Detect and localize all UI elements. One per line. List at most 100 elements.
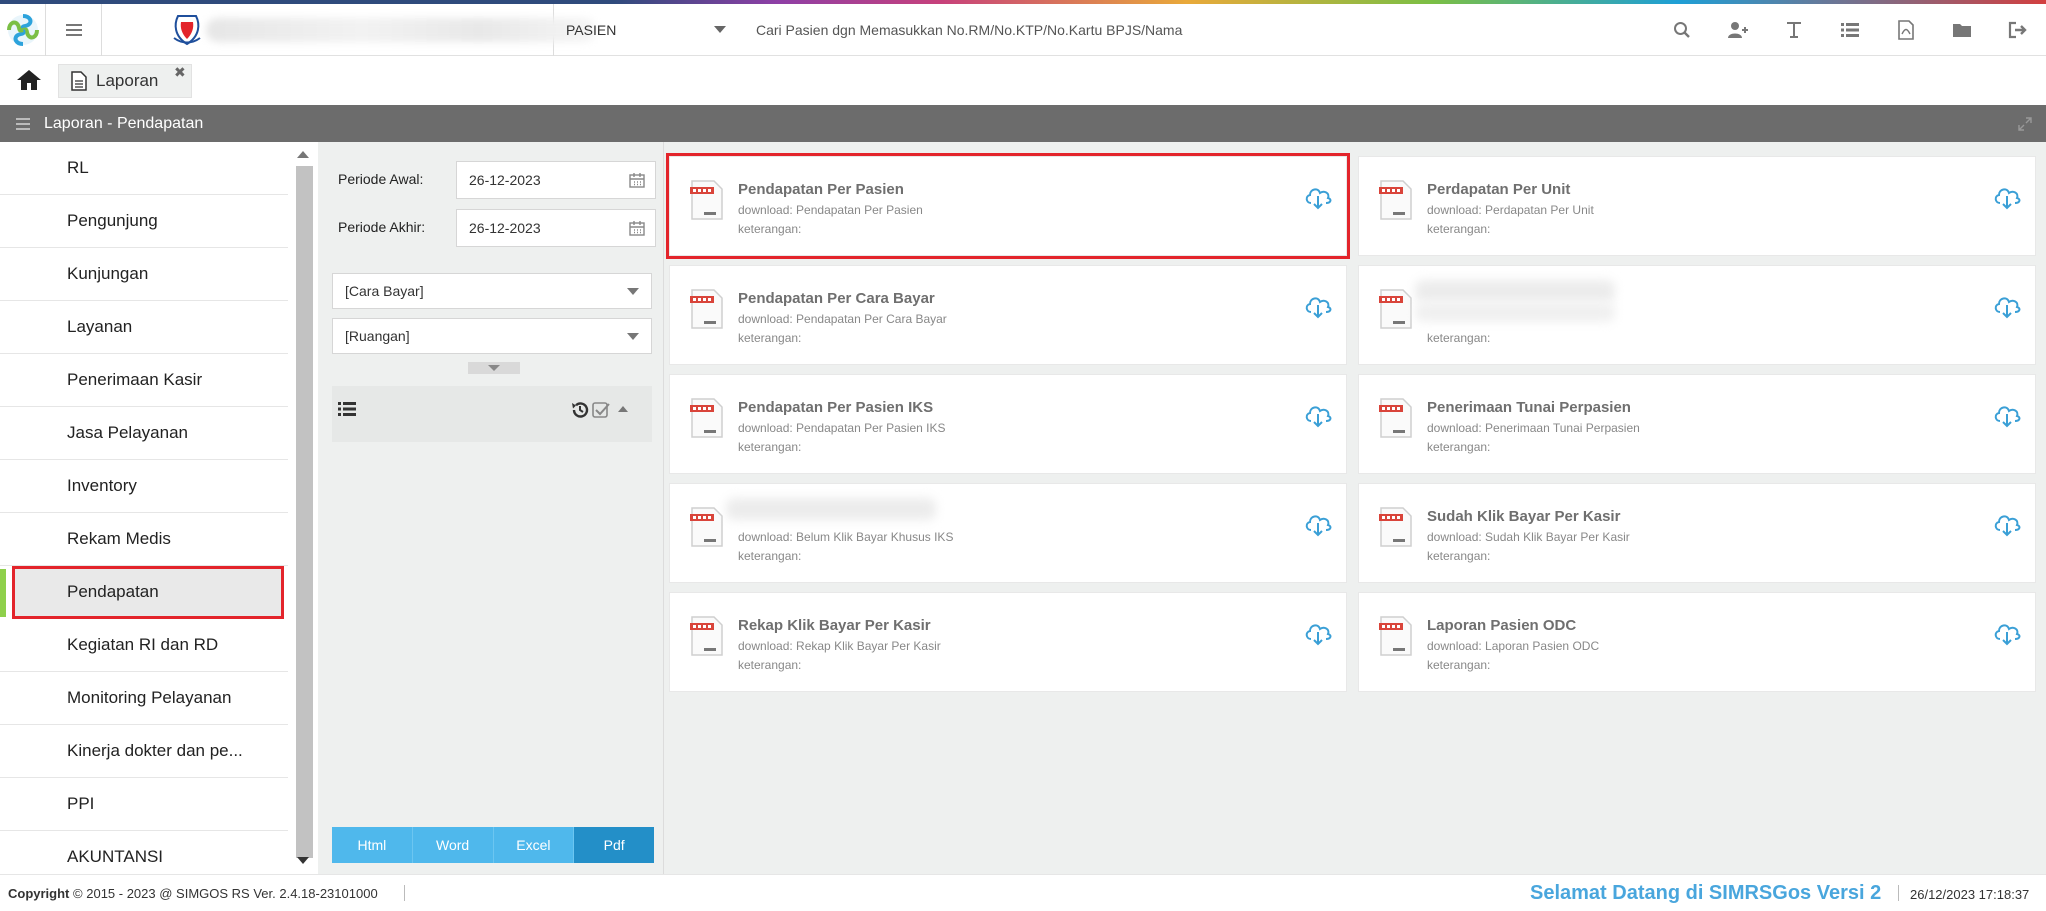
- nav-item-layanan[interactable]: Layanan: [0, 301, 288, 354]
- text-icon: [1787, 22, 1801, 38]
- report-card-pendapatan-per-cara-bayar[interactable]: Pendapatan Per Cara Bayar download: Pend…: [669, 265, 1347, 365]
- filter-panel: Periode Awal: 26-12-2023 Periode Akhir: …: [318, 142, 664, 874]
- pdf-icon: [1898, 20, 1914, 40]
- report-card-belum-klik-bayar-iks[interactable]: download: Belum Klik Bayar Khusus IKS ke…: [669, 483, 1347, 583]
- report-card-perdapatan-per-unit[interactable]: Perdapatan Per Unit download: Perdapatan…: [1358, 156, 2036, 256]
- format-pdf-button[interactable]: Pdf: [574, 827, 654, 863]
- report-card-penerimaan-tunai-perpasien[interactable]: Penerimaan Tunai Perpasien download: Pen…: [1358, 374, 2036, 474]
- report-keterangan: keterangan:: [1427, 331, 1491, 345]
- nav-item-pendapatan[interactable]: Pendapatan: [12, 566, 284, 619]
- report-card-pendapatan-per-pasien-iks[interactable]: Pendapatan Per Pasien IKS download: Pend…: [669, 374, 1347, 474]
- cloud-download-icon[interactable]: [1993, 512, 2021, 538]
- cloud-download-icon[interactable]: [1304, 512, 1332, 538]
- cloud-download-icon[interactable]: [1993, 294, 2021, 320]
- nav-scrollbar[interactable]: [288, 142, 318, 874]
- nav-item-kegiatan-ri-rd[interactable]: Kegiatan RI dan RD: [0, 619, 288, 672]
- cloud-download-icon[interactable]: [1304, 185, 1332, 211]
- copyright-label: Copyright: [8, 886, 70, 901]
- report-card-redacted[interactable]: keterangan:: [1358, 265, 2036, 365]
- nav-item-label: Kinerja dokter dan pe...: [67, 741, 243, 760]
- report-title: Sudah Klik Bayar Per Kasir: [1427, 508, 1621, 525]
- ruangan-select[interactable]: [Ruangan]: [332, 318, 652, 354]
- nav-item-rekam-medis[interactable]: Rekam Medis: [0, 513, 288, 566]
- footer-divider: [404, 885, 405, 901]
- nav-item-label: Layanan: [67, 317, 133, 336]
- periode-akhir-value: 26-12-2023: [469, 220, 541, 236]
- cloud-download-icon[interactable]: [1993, 403, 2021, 429]
- report-title: Perdapatan Per Unit: [1427, 181, 1571, 198]
- calendar-icon[interactable]: [629, 220, 645, 236]
- logout-button[interactable]: [1990, 4, 2046, 56]
- nav-item-label: Rekam Medis: [67, 529, 171, 548]
- report-title: Rekap Klik Bayar Per Kasir: [738, 617, 931, 634]
- copyright-detail: 2015 - 2023 @ SIMGOS RS Ver. 2.4.18-2310…: [86, 886, 378, 901]
- welcome-marquee: Selamat Datang di SIMRSGos Versi 2 K: [1530, 882, 1888, 904]
- report-card-sudah-klik-bayar-per-kasir[interactable]: Sudah Klik Bayar Per Kasir download: Sud…: [1358, 483, 2036, 583]
- copyright-text: Copyright © 2015 - 2023 @ SIMGOS RS Ver.…: [8, 886, 378, 901]
- list-view-button[interactable]: [1822, 4, 1878, 56]
- report-card-laporan-pasien-odc[interactable]: Laporan Pasien ODC download: Laporan Pas…: [1358, 592, 2036, 692]
- search-button[interactable]: [1654, 4, 1710, 56]
- report-file-icon: [690, 397, 724, 439]
- nav-item-jasa-pelayanan[interactable]: Jasa Pelayanan: [0, 407, 288, 460]
- nav-item-rl[interactable]: RL: [0, 142, 288, 195]
- text-format-button[interactable]: [1766, 4, 1822, 56]
- scroll-up-icon[interactable]: [297, 151, 309, 158]
- cloud-download-icon[interactable]: [1993, 185, 2021, 211]
- nav-item-inventory[interactable]: Inventory: [0, 460, 288, 513]
- nav-item-ppi[interactable]: PPI: [0, 778, 288, 831]
- add-user-button[interactable]: [1710, 4, 1766, 56]
- report-card-rekap-klik-bayar-per-kasir[interactable]: Rekap Klik Bayar Per Kasir download: Rek…: [669, 592, 1347, 692]
- report-download-text: download: Pendapatan Per Pasien: [738, 203, 923, 217]
- nav-item-kunjungan[interactable]: Kunjungan: [0, 248, 288, 301]
- report-keterangan: keterangan:: [738, 440, 802, 454]
- patient-search-placeholder: Cari Pasien dgn Memasukkan No.RM/No.KTP/…: [756, 22, 1183, 38]
- copyright-symbol-icon: ©: [73, 886, 83, 901]
- cloud-download-icon[interactable]: [1304, 621, 1332, 647]
- expand-icon[interactable]: [2018, 117, 2032, 131]
- chevron-down-icon: [627, 288, 639, 295]
- top-bar: PASIEN Cari Pasien dgn Memasukkan No.RM/…: [0, 4, 2046, 56]
- format-html-button[interactable]: Html: [332, 827, 413, 863]
- nav-item-monitoring-pelayanan[interactable]: Monitoring Pelayanan: [0, 672, 288, 725]
- tab-laporan[interactable]: Laporan: [58, 64, 192, 98]
- cloud-download-icon[interactable]: [1993, 621, 2021, 647]
- tab-label: Laporan: [96, 71, 159, 90]
- home-button[interactable]: [16, 69, 42, 91]
- panel-title: Laporan - Pendapatan: [44, 114, 204, 132]
- report-file-icon: [1379, 397, 1413, 439]
- format-word-button[interactable]: Word: [412, 827, 494, 863]
- report-file-icon: [1379, 288, 1413, 330]
- folder-button[interactable]: [1934, 4, 1990, 56]
- checkbox-icon: [592, 402, 610, 418]
- calendar-icon[interactable]: [629, 172, 645, 188]
- report-file-icon: [1379, 506, 1413, 548]
- cloud-download-icon[interactable]: [1304, 294, 1332, 320]
- nav-item-akuntansi[interactable]: AKUNTANSI: [0, 831, 288, 874]
- cara-bayar-select[interactable]: [Cara Bayar]: [332, 273, 652, 309]
- cloud-download-icon[interactable]: [1304, 403, 1332, 429]
- panel-menu-icon[interactable]: [16, 117, 30, 130]
- hamburger-menu-button[interactable]: [46, 4, 102, 56]
- pdf-button[interactable]: [1878, 4, 1934, 56]
- nav-item-label: AKUNTANSI: [67, 847, 164, 866]
- scroll-thumb[interactable]: [296, 166, 313, 858]
- nav-item-pengunjung[interactable]: Pengunjung: [0, 195, 288, 248]
- patient-search-input[interactable]: Cari Pasien dgn Memasukkan No.RM/No.KTP/…: [740, 4, 1640, 56]
- periode-akhir-input[interactable]: 26-12-2023: [456, 209, 656, 247]
- nav-item-penerimaan-kasir[interactable]: Penerimaan Kasir: [0, 354, 288, 407]
- scroll-down-icon[interactable]: [297, 857, 309, 864]
- report-card-pendapatan-per-pasien[interactable]: Pendapatan Per Pasien download: Pendapat…: [666, 153, 1350, 259]
- nav-item-kinerja-dokter[interactable]: Kinerja dokter dan pe...: [0, 725, 288, 778]
- close-tab-button[interactable]: ✖: [174, 64, 186, 81]
- search-icon: [1674, 22, 1690, 38]
- periode-awal-input[interactable]: 26-12-2023: [456, 161, 656, 199]
- app-logo[interactable]: [0, 4, 46, 56]
- search-scope-select[interactable]: PASIEN: [554, 4, 732, 56]
- panel-header: Laporan - Pendapatan: [0, 105, 2046, 142]
- nav-item-label: Monitoring Pelayanan: [67, 688, 232, 707]
- collapse-filter-toggle[interactable]: [468, 362, 520, 374]
- report-list: Pendapatan Per Pasien download: Pendapat…: [664, 142, 2046, 874]
- report-title: Laporan Pasien ODC: [1427, 617, 1577, 634]
- format-excel-button[interactable]: Excel: [493, 827, 575, 863]
